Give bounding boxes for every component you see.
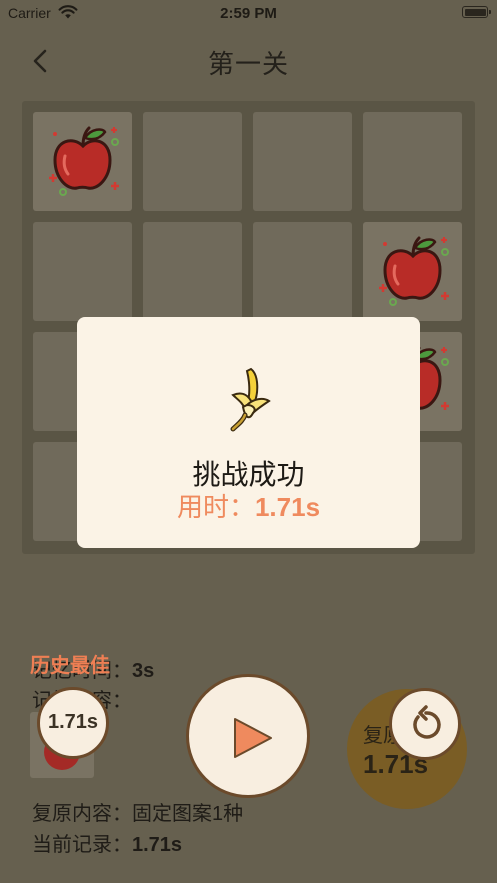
apple-icon (49, 126, 119, 196)
success-dialog: 挑战成功 用时：1.71s (77, 317, 420, 548)
restore-content-row: 复原内容：固定图案1种 (32, 797, 243, 826)
play-icon (234, 718, 272, 758)
status-time: 2:59 PM (220, 5, 277, 22)
reset-button[interactable] (389, 688, 461, 760)
restore-content-label: 复原内容： (32, 803, 132, 825)
dialog-time-value: 1.71s (254, 492, 321, 522)
board-cell-apple[interactable] (33, 112, 132, 211)
board-cell[interactable] (253, 112, 352, 211)
board-cell[interactable] (143, 222, 242, 321)
best-time-badge: 1.71s (37, 687, 109, 759)
board-cell[interactable] (143, 112, 242, 211)
board-cell[interactable] (33, 222, 132, 321)
current-record-label: 当前记录： (32, 834, 132, 856)
board-cell[interactable] (363, 112, 462, 211)
dialog-time: 用时：1.71s (77, 487, 420, 524)
apple-icon (379, 236, 449, 306)
refresh-icon (413, 705, 441, 739)
page-title: 第一关 (207, 49, 289, 79)
status-bar: Carrier 2:59 PM (0, 0, 497, 28)
board-cell-apple[interactable] (363, 222, 462, 321)
current-record-value: 1.71s (132, 834, 183, 856)
battery-icon (462, 6, 491, 18)
current-record-row: 当前记录：1.71s (32, 828, 182, 857)
restore-content-value: 固定图案1种 (132, 803, 244, 825)
memory-time-value: 3s (132, 660, 155, 682)
history-best-label: 历史最佳 (30, 655, 110, 677)
banana-icon (230, 367, 271, 432)
board-cell[interactable] (253, 222, 352, 321)
play-button[interactable] (186, 674, 310, 798)
dialog-time-label: 用时： (176, 492, 255, 522)
